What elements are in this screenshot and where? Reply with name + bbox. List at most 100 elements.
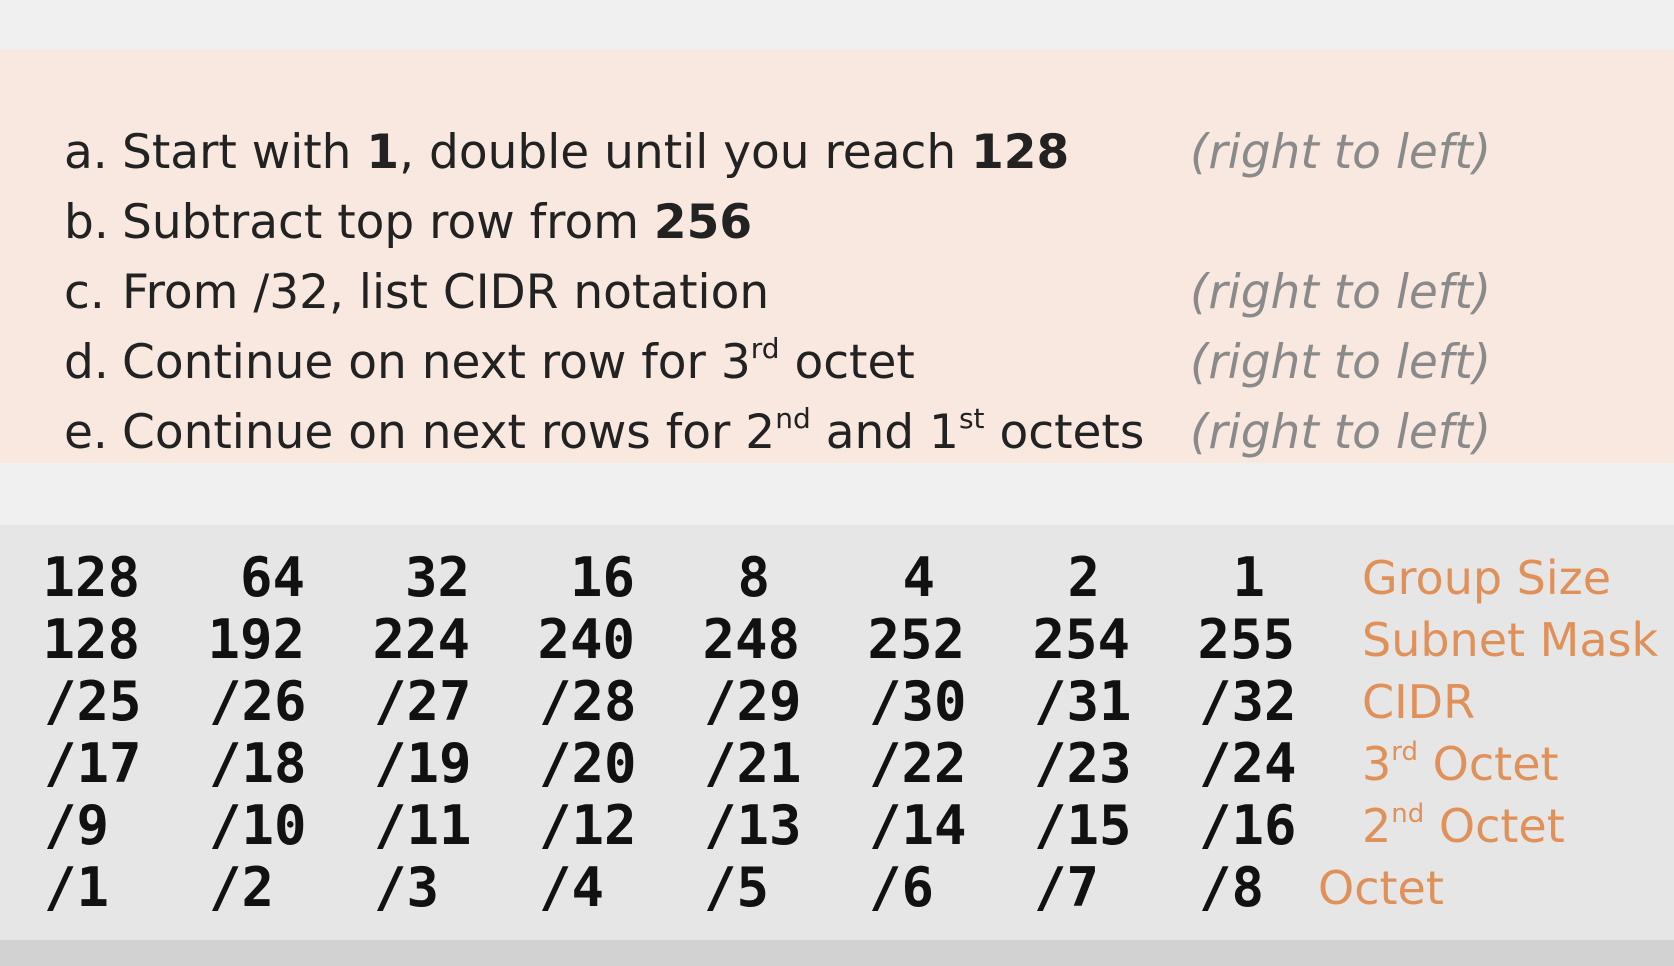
- table-cell: 64: [239, 546, 305, 609]
- table-cell: /11: [374, 794, 472, 857]
- row-2nd-octet: /9 /10 /11 /12 /13 /14 /15 /16 2nd Octet: [0, 794, 1674, 858]
- table-cell: /17: [44, 732, 142, 795]
- step-note: (right to left): [1190, 265, 1492, 320]
- table-cell: 255: [1197, 608, 1295, 671]
- table-cell: /15: [1034, 794, 1132, 857]
- table-cell: 16: [569, 546, 635, 609]
- table-cell: /30: [869, 670, 967, 733]
- row-label: CIDR: [1362, 675, 1476, 729]
- table-cell: /28: [539, 670, 637, 733]
- table-cell: /18: [209, 732, 307, 795]
- row-label-text: Octet: [1424, 799, 1565, 853]
- row-label-text: Octet: [1418, 737, 1559, 791]
- row-group-size: 128 64 32 16 8 4 2 1 Group Size: [0, 546, 1674, 610]
- step-text: From /32, list CIDR notation: [122, 265, 770, 320]
- steps-panel: a. Start with 1, double until you reach 1…: [0, 50, 1674, 463]
- step-text: Start with: [122, 125, 367, 180]
- step-note: (right to left): [1190, 335, 1492, 390]
- table-cell: /2: [209, 856, 275, 919]
- table-cell: /19: [374, 732, 472, 795]
- table-cell: /24: [1199, 732, 1297, 795]
- step-letter: a.: [64, 125, 108, 180]
- table-cell: /5: [704, 856, 770, 919]
- row-label-number: 3: [1362, 737, 1392, 791]
- table-cell: 4: [902, 546, 935, 609]
- table-cell: 252: [867, 608, 965, 671]
- step-d: d. Continue on next row for 3rd octet (ri…: [64, 328, 1624, 398]
- top-strip: [0, 0, 1674, 50]
- table-cell: 8: [737, 546, 770, 609]
- table-cell: 1: [1232, 546, 1265, 609]
- table-cell: 254: [1032, 608, 1130, 671]
- ordinal-suffix: rd: [750, 332, 780, 365]
- table-cell: /25: [44, 670, 142, 733]
- table-cell: 128: [42, 608, 140, 671]
- table-cell: /31: [1034, 670, 1132, 733]
- row-subnet-mask: 128 192 224 240 248 252 254 255 Subnet M…: [0, 608, 1674, 672]
- table-cell: /16: [1199, 794, 1297, 857]
- step-note: (right to left): [1190, 125, 1492, 180]
- table-cell: /20: [539, 732, 637, 795]
- table-cell: /32: [1199, 670, 1297, 733]
- row-label-number: 2: [1362, 799, 1392, 853]
- table-cell: /10: [209, 794, 307, 857]
- row-label: Octet: [1318, 861, 1444, 915]
- step-letter: b.: [64, 195, 109, 250]
- row-cidr: /25 /26 /27 /28 /29 /30 /31 /32 CIDR: [0, 670, 1674, 734]
- table-cell: /6: [869, 856, 935, 919]
- table-cell: /21: [704, 732, 802, 795]
- ordinal-suffix: nd: [775, 402, 811, 435]
- step-b: b. Subtract top row from 256: [64, 188, 1624, 258]
- step-bold-value: 128: [971, 125, 1070, 180]
- step-text: Continue on next rows for 2: [122, 405, 776, 460]
- table-cell: /26: [209, 670, 307, 733]
- table-cell: 248: [702, 608, 800, 671]
- step-letter: c.: [64, 265, 105, 320]
- bottom-strip: [0, 940, 1674, 966]
- step-bold-value: 1: [366, 125, 400, 180]
- step-text: Continue on next row for 3: [122, 335, 751, 390]
- step-text: Subtract top row from: [122, 195, 654, 250]
- step-text: octet: [779, 335, 915, 390]
- table-cell: /7: [1034, 856, 1100, 919]
- step-text: and 1: [810, 405, 959, 460]
- table-cell: 32: [404, 546, 470, 609]
- step-text: octets: [984, 405, 1145, 460]
- table-cell: /22: [869, 732, 967, 795]
- table-cell: /4: [539, 856, 605, 919]
- table-cell: /27: [374, 670, 472, 733]
- row-3rd-octet: /17 /18 /19 /20 /21 /22 /23 /24 3rd Octe…: [0, 732, 1674, 796]
- step-text: , double until you reach: [399, 125, 972, 180]
- ordinal-suffix: rd: [1391, 737, 1419, 767]
- step-note: (right to left): [1190, 405, 1492, 460]
- table-cell: /23: [1034, 732, 1132, 795]
- table-cell: /14: [869, 794, 967, 857]
- step-a: a. Start with 1, double until you reach 1…: [64, 118, 1624, 188]
- row-label: Subnet Mask: [1362, 613, 1659, 667]
- row-label: 3rd Octet: [1362, 732, 1559, 796]
- table-cell: 224: [372, 608, 470, 671]
- table-cell: 128: [42, 546, 140, 609]
- section-gap: [0, 463, 1674, 525]
- table-cell: /1: [44, 856, 110, 919]
- table-cell: 2: [1067, 546, 1100, 609]
- step-e: e. Continue on next rows for 2nd and 1st …: [64, 398, 1624, 468]
- table-cell: /12: [539, 794, 637, 857]
- table-cell: /13: [704, 794, 802, 857]
- subnet-table: 128 64 32 16 8 4 2 1 Group Size 128 192 …: [0, 525, 1674, 940]
- table-cell: /8: [1199, 856, 1265, 919]
- step-letter: d.: [64, 335, 109, 390]
- table-cell: 192: [207, 608, 305, 671]
- table-cell: /9: [44, 794, 110, 857]
- table-cell: 240: [537, 608, 635, 671]
- table-cell: /3: [374, 856, 440, 919]
- table-cell: /29: [704, 670, 802, 733]
- step-c: c. From /32, list CIDR notation (right to…: [64, 258, 1624, 328]
- row-label: Group Size: [1362, 551, 1612, 605]
- step-bold-value: 256: [653, 195, 753, 250]
- row-1st-octet: /1 /2 /3 /4 /5 /6 /7 /8 Octet: [0, 856, 1674, 920]
- step-letter: e.: [64, 405, 108, 460]
- ordinal-suffix: nd: [1391, 799, 1425, 829]
- row-label: 2nd Octet: [1362, 794, 1565, 858]
- ordinal-suffix: st: [958, 402, 985, 435]
